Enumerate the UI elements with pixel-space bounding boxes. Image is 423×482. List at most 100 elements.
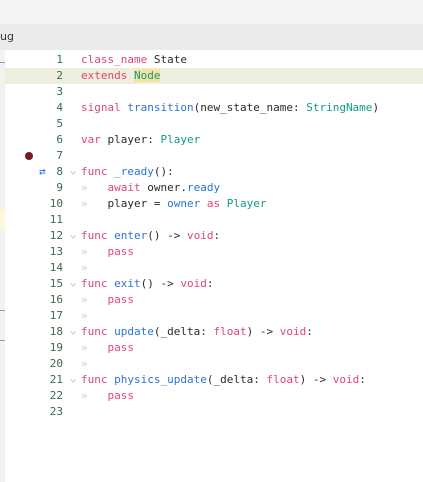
code-line[interactable]: ⇄ 8 ⌵ func _ready(): — [5, 164, 423, 180]
code-token: owner. — [140, 181, 187, 194]
code-token: owner — [167, 197, 201, 210]
code-text: extends Node — [81, 68, 161, 84]
code-token: void — [332, 373, 360, 386]
code-token: : — [359, 373, 366, 386]
fold-chevron-icon[interactable]: ⌵ — [65, 372, 81, 388]
code-token: () -> — [147, 229, 187, 242]
tab-debug-label[interactable]: ug — [0, 30, 14, 43]
code-token: exit — [114, 277, 141, 290]
code-token: float — [266, 373, 300, 386]
code-token: extends — [81, 69, 128, 82]
code-token: float — [213, 325, 247, 338]
line-number: 1 — [56, 53, 63, 66]
code-token: update — [114, 325, 154, 338]
line-number: 10 — [49, 197, 63, 210]
code-line[interactable]: 20 » — [5, 356, 423, 372]
code-token: func — [81, 277, 108, 290]
code-token: Player — [160, 133, 201, 146]
code-token: enter — [114, 229, 148, 242]
code-token: State — [147, 53, 187, 66]
code-text: func exit() -> void: — [81, 276, 214, 292]
indent-marker: » — [81, 309, 88, 322]
line-number: 22 — [49, 389, 63, 402]
code-text: class_name State — [81, 52, 187, 68]
code-token: (_delta: — [153, 325, 214, 338]
code-line[interactable]: 23 — [5, 404, 423, 420]
code-token: (): — [153, 165, 174, 178]
code-token: pass — [107, 389, 135, 402]
code-line[interactable]: 2 extends Node — [5, 68, 423, 84]
fold-chevron-icon[interactable]: ⌵ — [65, 324, 81, 340]
fold-chevron-icon[interactable]: ⌵ — [65, 228, 81, 244]
fold-chevron-icon[interactable]: ⌵ — [65, 276, 81, 292]
code-text: » pass — [81, 388, 134, 404]
code-text: » — [81, 308, 88, 324]
code-text: » await owner.ready — [81, 180, 220, 196]
code-line[interactable]: 6 var player: Player — [5, 132, 423, 148]
code-token: await — [107, 181, 141, 194]
code-line[interactable]: 19 » pass — [5, 340, 423, 356]
code-token: pass — [107, 293, 135, 306]
code-text: func physics_update(_delta: float) -> vo… — [81, 372, 366, 388]
code-editor[interactable]: 1 class_name State 2 extends Node 3 4 signal t… — [5, 50, 423, 482]
code-token: player: — [100, 133, 161, 146]
code-text: var player: Player — [81, 132, 200, 148]
code-token: void — [187, 229, 214, 242]
code-line[interactable]: 12 ⌵ func enter() -> void: — [5, 228, 423, 244]
indent-marker: » — [81, 181, 108, 194]
code-line[interactable]: 15 ⌵ func exit() -> void: — [5, 276, 423, 292]
line-number: 12 — [49, 229, 63, 242]
code-line[interactable]: 16 » pass — [5, 292, 423, 308]
code-text: func _ready(): — [81, 164, 174, 180]
code-line[interactable]: 22 » pass — [5, 388, 423, 404]
code-text: signal transition(new_state_name: String… — [81, 100, 379, 116]
indent-marker: » — [81, 357, 88, 370]
code-text: » pass — [81, 244, 134, 260]
code-token: var — [81, 133, 101, 146]
indent-marker: » — [81, 245, 108, 258]
code-line[interactable]: 9 » await owner.ready — [5, 180, 423, 196]
code-token: : — [206, 277, 214, 290]
code-token: StringName — [306, 101, 373, 114]
code-token: pass — [107, 245, 135, 258]
code-token: func — [81, 325, 108, 338]
code-token: func — [81, 373, 108, 386]
line-number: 19 — [49, 341, 63, 354]
code-token: : — [306, 325, 313, 338]
code-line[interactable]: 17 » — [5, 308, 423, 324]
code-line[interactable]: 21 ⌵ func physics_update(_delta: float) ->… — [5, 372, 423, 388]
code-text: » player = owner as Player — [81, 196, 266, 212]
code-line[interactable]: 10 » player = owner as Player — [5, 196, 423, 212]
code-text: » — [81, 356, 88, 372]
line-number: 6 — [56, 133, 63, 146]
code-line[interactable]: 14 » — [5, 260, 423, 276]
line-number: 18 — [49, 325, 63, 338]
code-line[interactable]: 13 » pass — [5, 244, 423, 260]
code-token: void — [180, 277, 207, 290]
code-token: as — [206, 197, 221, 210]
line-number: 20 — [49, 357, 63, 370]
code-token: transition — [127, 101, 194, 114]
line-number: 9 — [56, 181, 63, 194]
code-token: signal — [81, 101, 121, 114]
indent-marker: » — [81, 389, 108, 402]
line-number: 4 — [56, 101, 63, 114]
fold-chevron-icon[interactable]: ⌵ — [65, 164, 81, 180]
code-token: player = — [107, 197, 168, 210]
line-number: 15 — [49, 277, 63, 290]
editor-tab-strip — [0, 24, 423, 50]
code-line[interactable]: 18 ⌵ func update(_delta: float) -> void: — [5, 324, 423, 340]
code-line[interactable]: 1 class_name State — [5, 52, 423, 68]
code-line[interactable]: 7 — [5, 148, 423, 164]
code-text: func update(_delta: float) -> void: — [81, 324, 313, 340]
code-line[interactable]: 3 — [5, 84, 423, 100]
code-token: ) -> — [246, 325, 280, 338]
code-line[interactable]: 4 signal transition(new_state_name: Strin… — [5, 100, 423, 116]
code-token: class_name — [81, 53, 148, 66]
code-line[interactable]: 5 — [5, 116, 423, 132]
code-token: : — [213, 229, 221, 242]
line-number: 2 — [56, 69, 63, 82]
code-line[interactable]: 11 — [5, 212, 423, 228]
